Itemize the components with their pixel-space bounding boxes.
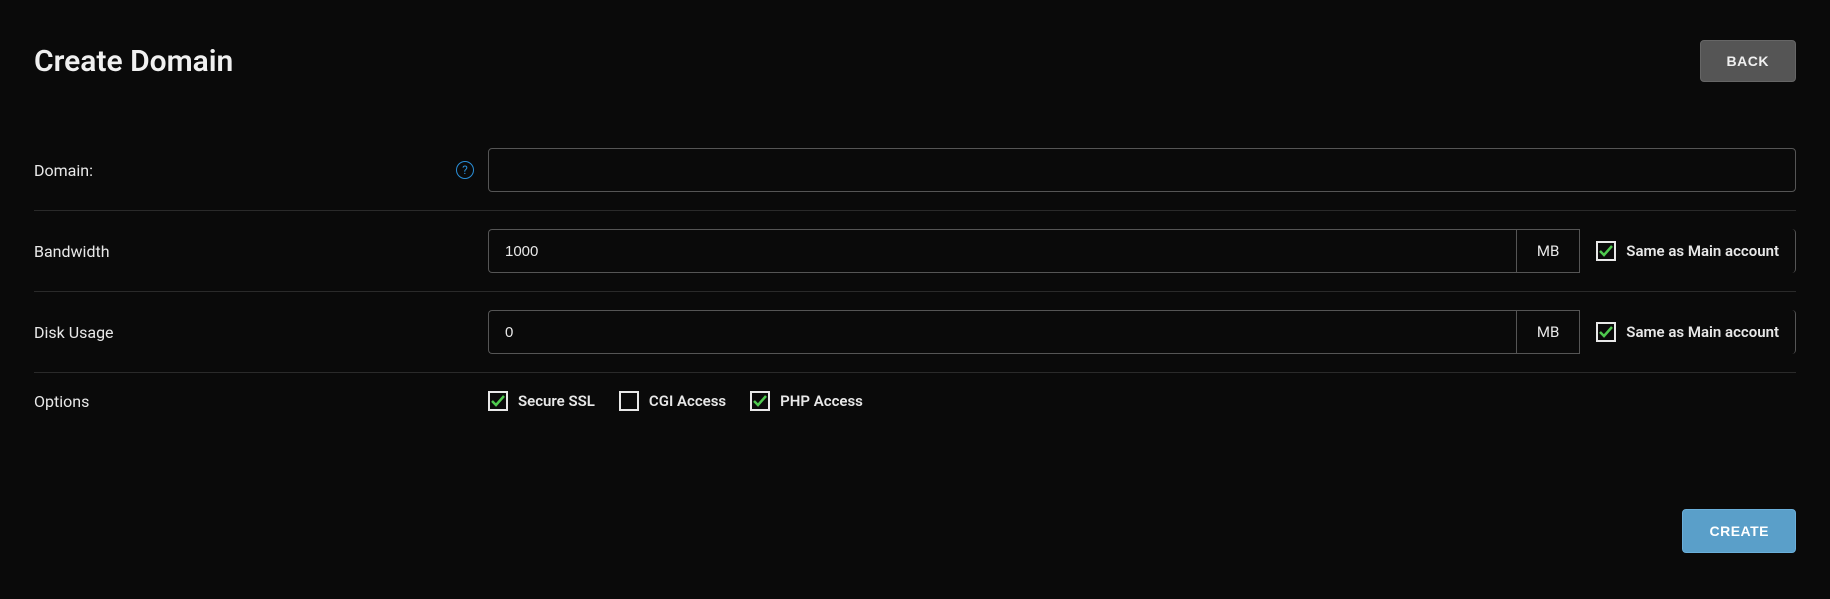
options-label: Options [34,392,89,411]
page-title: Create Domain [34,44,233,79]
bandwidth-same-label: Same as Main account [1626,242,1779,260]
secure-ssl-checkbox[interactable]: Secure SSL [488,391,595,411]
bandwidth-label: Bandwidth [34,242,110,261]
php-access-checkbox[interactable]: PHP Access [750,391,863,411]
domain-row: Domain: ? [34,130,1796,211]
bandwidth-same-checkbox[interactable]: Same as Main account [1596,241,1779,261]
bandwidth-row: Bandwidth MB Same as Main account [34,211,1796,292]
domain-input[interactable] [488,148,1796,192]
back-button[interactable]: BACK [1700,40,1796,82]
disk-usage-unit: MB [1516,310,1579,354]
create-button[interactable]: CREATE [1682,509,1796,553]
options-row: Options Secure SSL CGI Access PHP Access [34,373,1796,429]
disk-usage-row: Disk Usage MB Same as Main account [34,292,1796,373]
disk-usage-same-label: Same as Main account [1626,323,1779,341]
bandwidth-unit: MB [1516,229,1579,273]
disk-usage-same-checkbox[interactable]: Same as Main account [1596,322,1779,342]
domain-label: Domain: [34,161,93,180]
checkbox-icon [750,391,770,411]
cgi-access-label: CGI Access [649,392,726,410]
secure-ssl-label: Secure SSL [518,392,595,410]
cgi-access-checkbox[interactable]: CGI Access [619,391,726,411]
checkbox-icon [1596,241,1616,261]
disk-usage-label: Disk Usage [34,323,114,342]
help-icon[interactable]: ? [456,161,474,179]
checkbox-icon [1596,322,1616,342]
php-access-label: PHP Access [780,392,863,410]
checkbox-icon [488,391,508,411]
checkbox-icon [619,391,639,411]
bandwidth-input[interactable] [488,229,1516,273]
disk-usage-input[interactable] [488,310,1516,354]
